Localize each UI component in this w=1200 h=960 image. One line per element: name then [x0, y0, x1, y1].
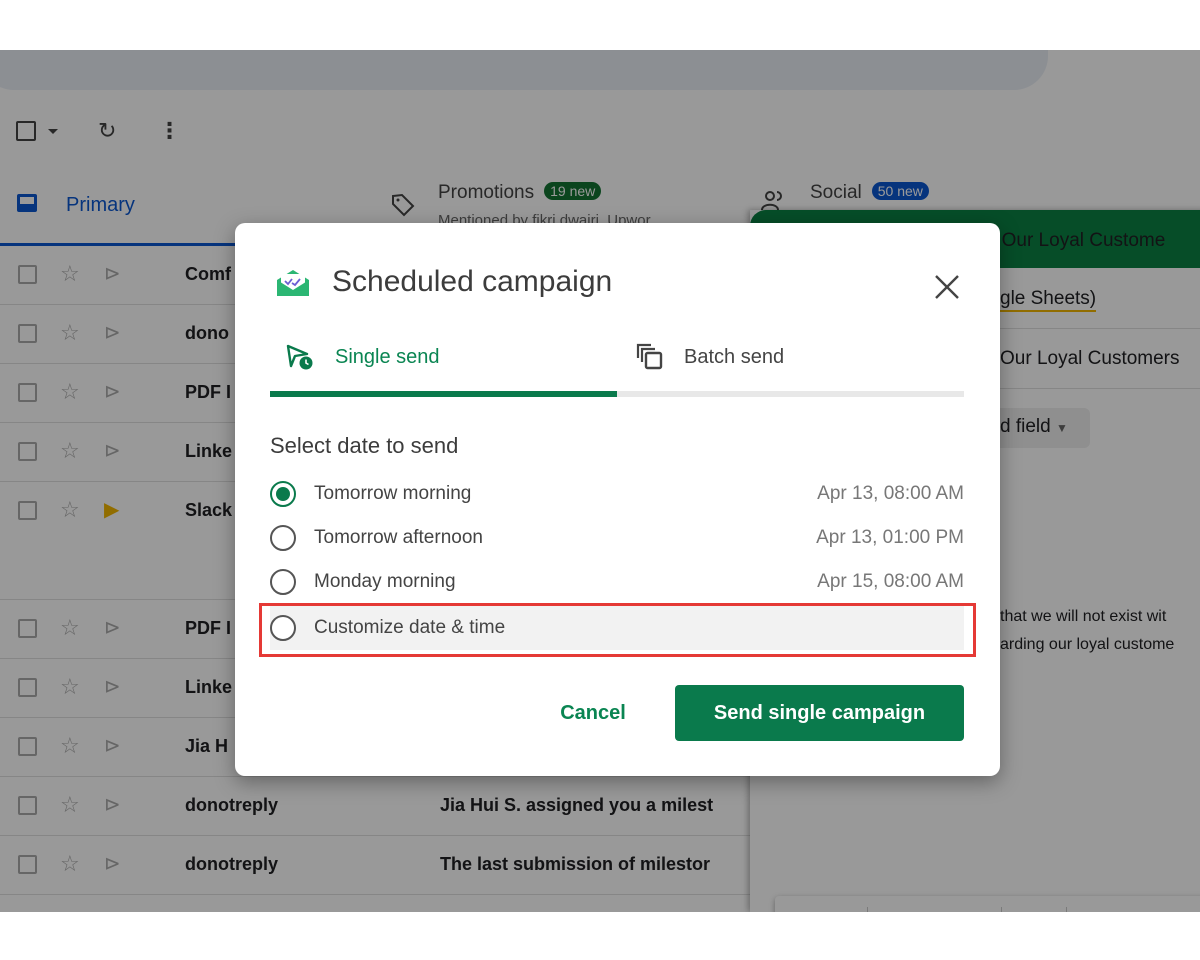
radio-unselected[interactable] — [270, 615, 296, 641]
tab-batch-send-label: Batch send — [684, 346, 785, 368]
radio-unselected[interactable] — [270, 525, 296, 551]
option-date: Apr 13, 08:00 AM — [817, 483, 964, 504]
send-single-campaign-button[interactable]: Send single campaign — [675, 685, 964, 741]
app-logo-icon — [275, 268, 311, 298]
cancel-button[interactable]: Cancel — [545, 685, 641, 741]
scheduled-send-icon — [285, 342, 315, 372]
scheduled-campaign-dialog: Scheduled campaign Single send Batch sen… — [235, 223, 1000, 776]
option-label: Customize date & time — [314, 617, 506, 638]
option-label: Tomorrow afternoon — [314, 527, 483, 548]
section-label: Select date to send — [270, 433, 459, 458]
page: Search mail ↻ ⋮ Primary Promotions19 new… — [0, 0, 1200, 960]
option-date: Apr 15, 08:00 AM — [817, 571, 964, 592]
tab-single-send-label: Single send — [335, 346, 440, 368]
option-label: Monday morning — [314, 571, 456, 592]
option-customize-date-time[interactable]: Customize date & time — [270, 606, 964, 650]
tab-single-send[interactable]: Single send — [270, 338, 619, 398]
dialog-title: Scheduled campaign — [332, 265, 613, 298]
option-monday-morning[interactable]: Monday morning Apr 15, 08:00 AM — [270, 560, 964, 604]
radio-selected[interactable] — [270, 481, 296, 507]
option-tomorrow-afternoon[interactable]: Tomorrow afternoon Apr 13, 01:00 PM — [270, 516, 964, 560]
option-label: Tomorrow morning — [314, 483, 472, 504]
batch-copy-icon — [635, 342, 665, 372]
close-icon[interactable] — [931, 271, 963, 303]
option-date: Apr 13, 01:00 PM — [816, 527, 964, 548]
option-tomorrow-morning[interactable]: Tomorrow morning Apr 13, 08:00 AM — [270, 472, 964, 516]
tab-batch-send[interactable]: Batch send — [619, 338, 964, 398]
tab-indicator-track — [270, 391, 964, 397]
radio-unselected[interactable] — [270, 569, 296, 595]
tab-indicator-active — [270, 391, 617, 397]
